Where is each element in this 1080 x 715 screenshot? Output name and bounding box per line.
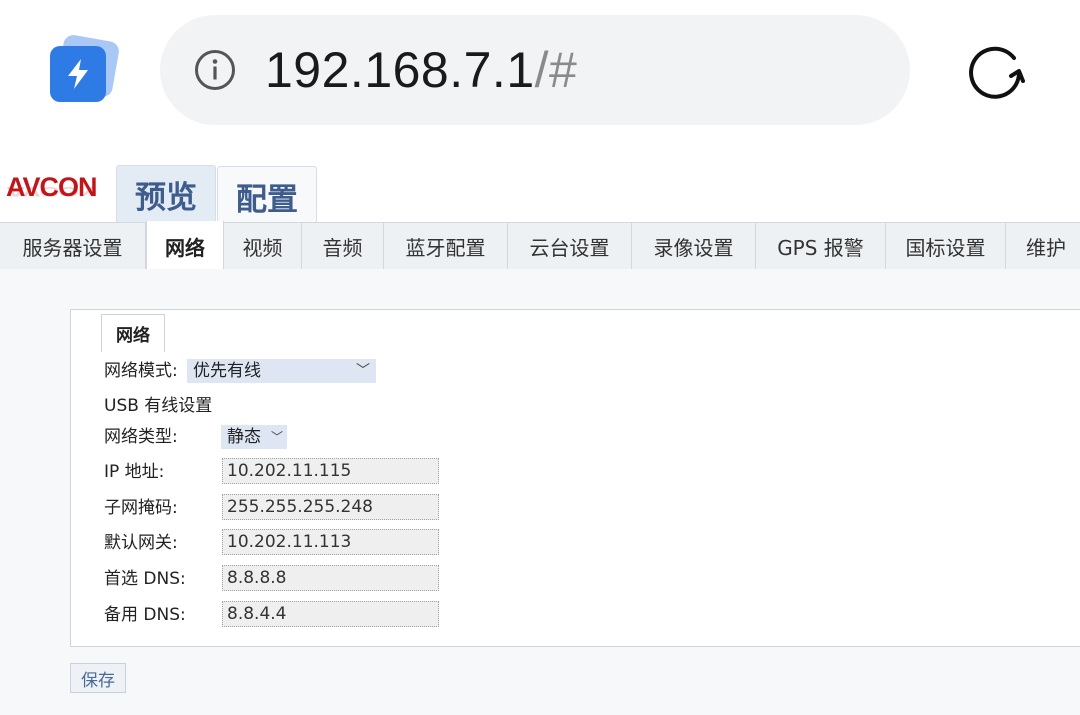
address-bar[interactable]: 192.168.7.1/#	[160, 15, 910, 125]
usb-wired-section-title: USB 有线设置	[104, 396, 213, 416]
network-type-select[interactable]: 静态 ﹀	[221, 425, 287, 449]
chevron-down-icon: ﹀	[270, 430, 283, 444]
browser-toolbar: 192.168.7.1/#	[0, 0, 1080, 145]
primary-dns-label: 首选 DNS:	[104, 569, 186, 589]
subtab-gb-settings[interactable]: 国标设置	[886, 223, 1006, 269]
save-button[interactable]: 保存	[70, 663, 126, 693]
url-text[interactable]: 192.168.7.1/#	[265, 41, 577, 99]
subtab-recording-settings[interactable]: 录像设置	[632, 223, 756, 269]
primary-dns-field[interactable]: 8.8.8.8	[222, 565, 439, 591]
network-panel: 网络 网络模式: 优先有线 ﹀ USB 有线设置 网络类型: 静态 ﹀ IP 地…	[70, 309, 1080, 647]
subtab-maintenance[interactable]: 维护	[1006, 223, 1080, 269]
subtab-ptz-settings[interactable]: 云台设置	[508, 223, 632, 269]
secondary-dns-label: 备用 DNS:	[104, 605, 186, 625]
subtab-network[interactable]: 网络	[146, 221, 224, 271]
reload-icon[interactable]	[962, 36, 1030, 104]
main-tab-preview[interactable]: 预览	[116, 165, 216, 223]
network-type-value: 静态	[227, 427, 261, 447]
panel-tab-network[interactable]: 网络	[101, 314, 165, 352]
url-path: /#	[534, 42, 578, 98]
lightning-icon	[68, 59, 88, 89]
url-host: 192.168.7.1	[265, 42, 535, 98]
secondary-dns-field[interactable]: 8.8.4.4	[222, 601, 439, 627]
info-icon[interactable]	[194, 49, 236, 91]
network-mode-label: 网络模式:	[104, 361, 178, 381]
subtab-gps-alarm[interactable]: GPS 报警	[756, 223, 886, 269]
network-mode-value: 优先有线	[193, 361, 261, 381]
subtab-video[interactable]: 视频	[224, 223, 302, 269]
ip-address-field[interactable]: 10.202.11.115	[222, 458, 439, 484]
chevron-down-icon: ﹀	[356, 363, 370, 379]
main-tab-config[interactable]: 配置	[217, 166, 317, 225]
subtab-bluetooth[interactable]: 蓝牙配置	[384, 223, 508, 269]
subtab-audio[interactable]: 音频	[302, 223, 384, 269]
default-gateway-field[interactable]: 10.202.11.113	[222, 529, 439, 555]
network-mode-select[interactable]: 优先有线 ﹀	[187, 359, 376, 383]
network-type-label: 网络类型:	[104, 427, 178, 447]
ip-address-label: IP 地址:	[104, 462, 165, 482]
subnet-mask-field[interactable]: 255.255.255.248	[222, 494, 439, 520]
default-gateway-label: 默认网关:	[104, 533, 178, 553]
config-subnav: 服务器设置 网络 视频 音频 蓝牙配置 云台设置 录像设置 GPS 报警 国标设…	[0, 221, 1080, 271]
subtab-server-settings[interactable]: 服务器设置	[0, 223, 146, 269]
content-area: 网络 网络模式: 优先有线 ﹀ USB 有线设置 网络类型: 静态 ﹀ IP 地…	[0, 269, 1080, 715]
avcon-logo-reflection: AVCON	[6, 184, 97, 199]
browser-app-icon[interactable]	[48, 33, 121, 104]
subnet-mask-label: 子网掩码:	[104, 498, 178, 518]
